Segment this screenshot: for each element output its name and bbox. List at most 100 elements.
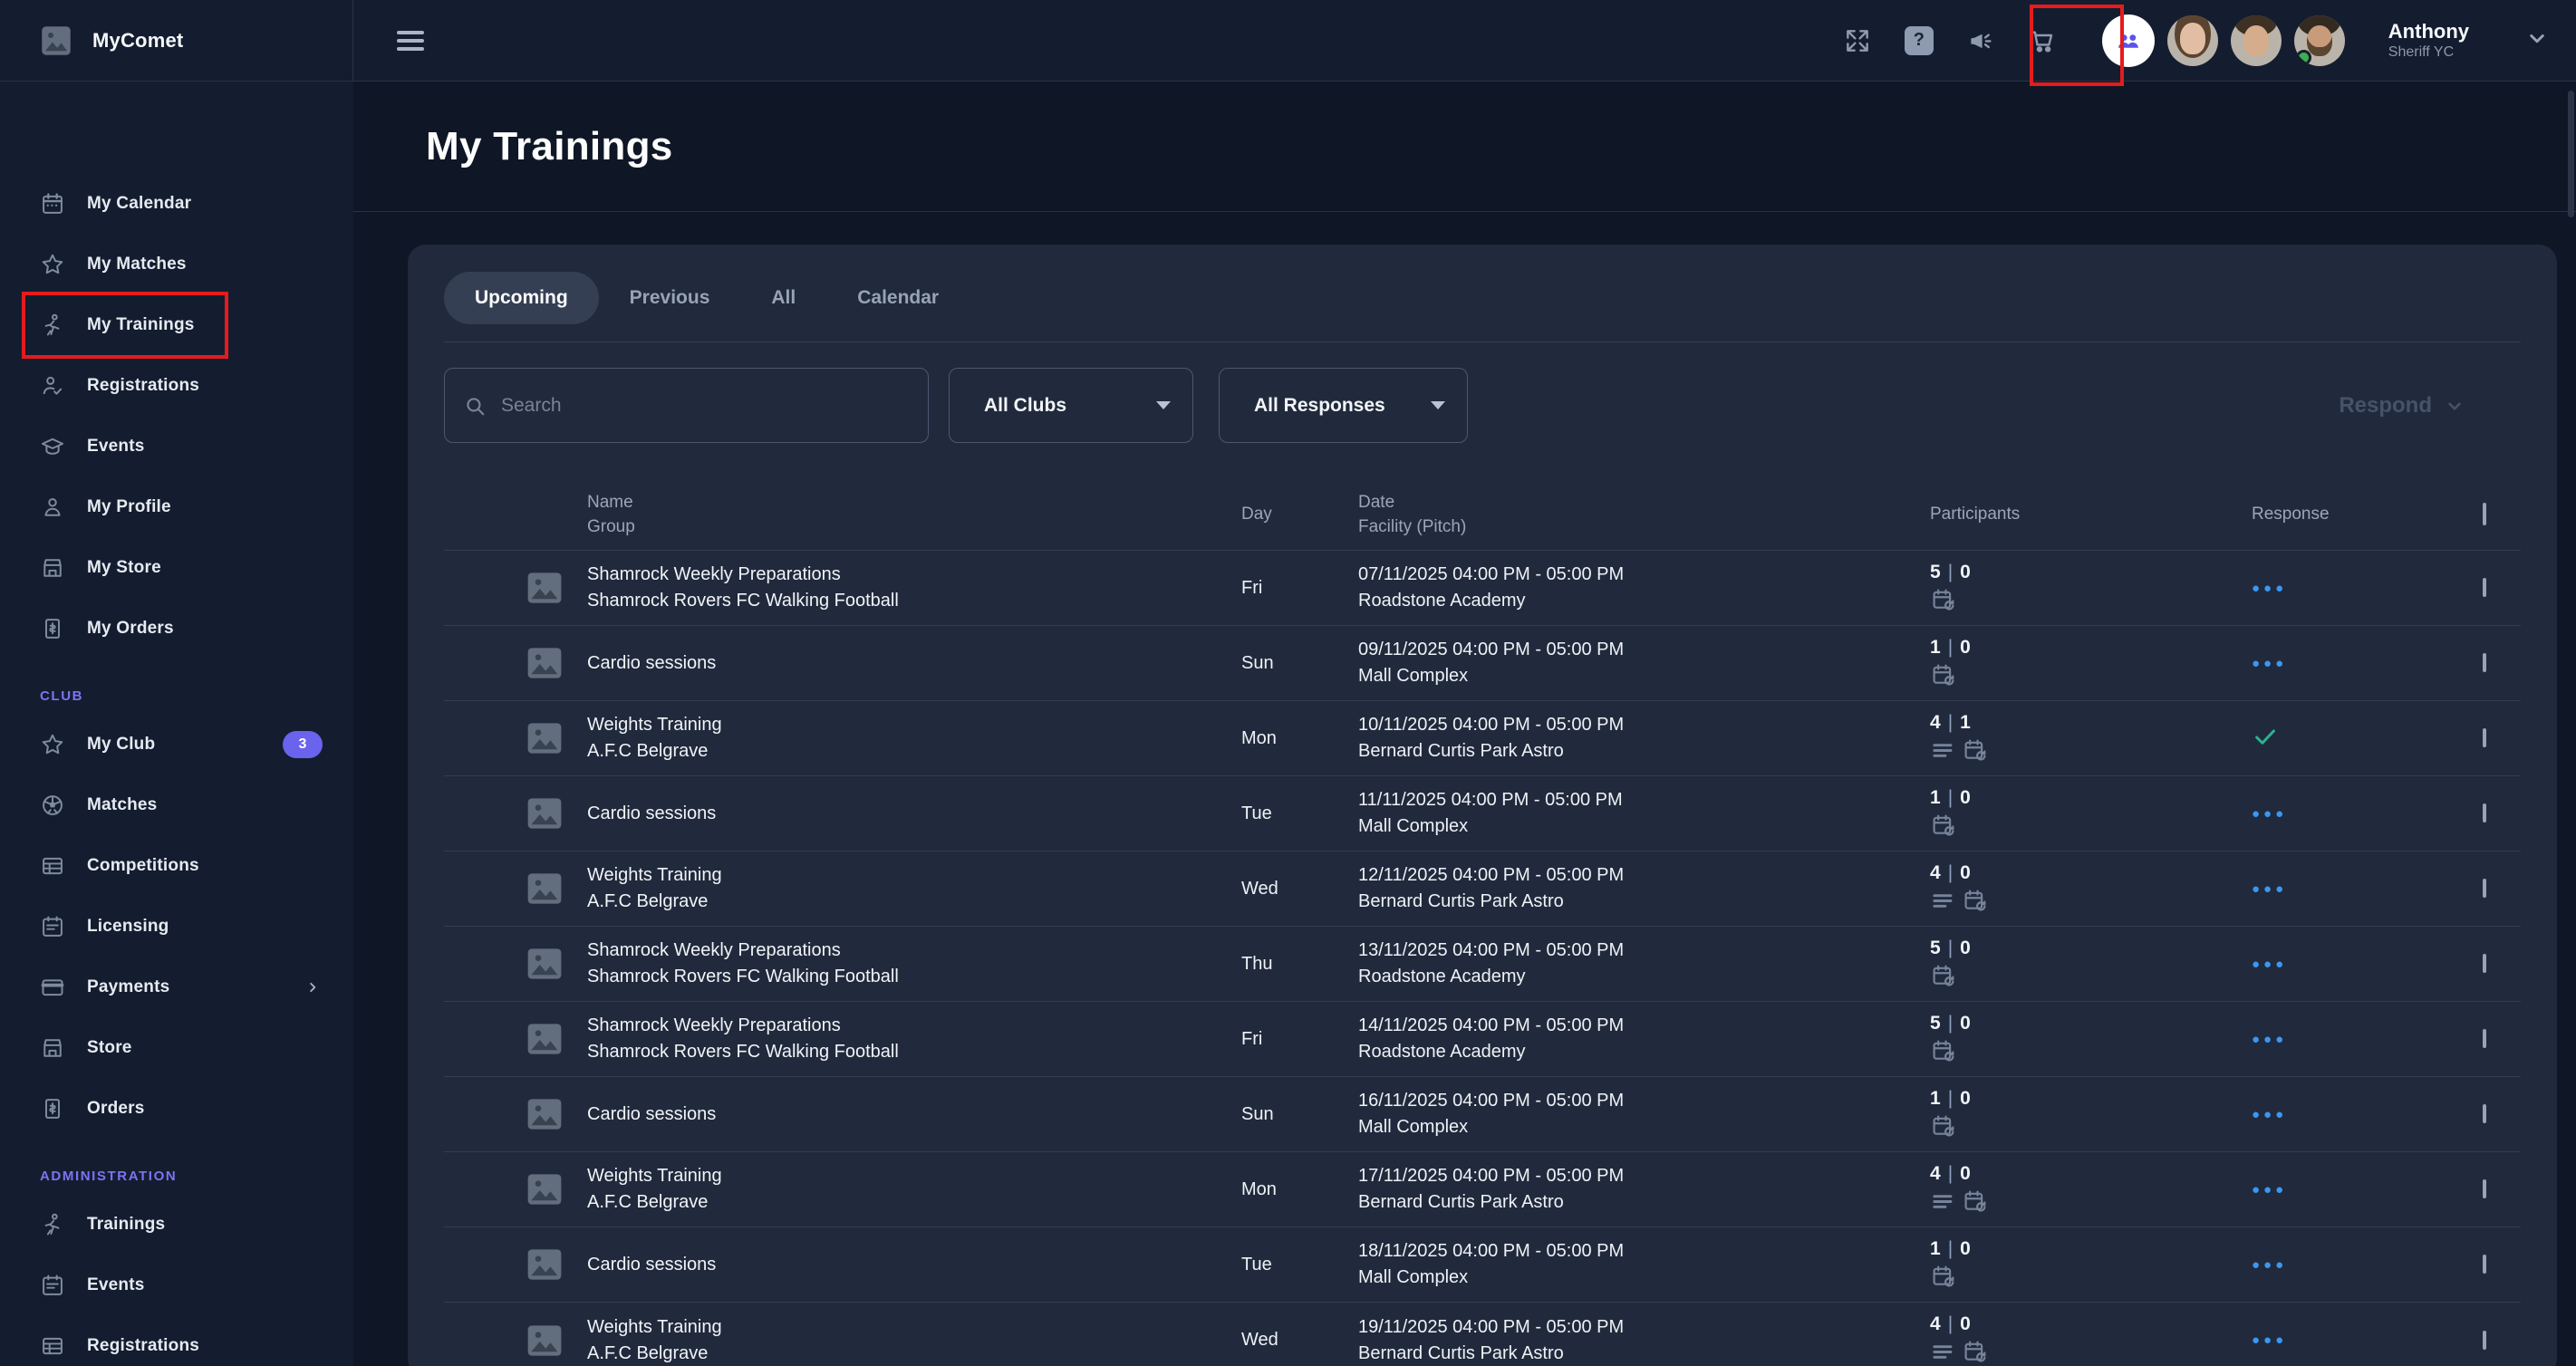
tab-all[interactable]: All	[740, 272, 826, 324]
sidebar-item-my-calendar[interactable]: My Calendar	[0, 173, 353, 234]
tab-calendar[interactable]: Calendar	[826, 272, 970, 324]
row-checkbox[interactable]	[2483, 954, 2486, 973]
sidebar-item-trainings[interactable]: Trainings	[0, 1194, 353, 1255]
sidebar-item-licensing[interactable]: Licensing	[0, 896, 353, 957]
response-menu-icon[interactable]: ●●●	[2252, 1257, 2287, 1273]
response-menu-icon[interactable]: ●●●	[2252, 1107, 2287, 1122]
sidebar-item-label: Licensing	[87, 917, 169, 937]
training-row[interactable]: Shamrock Weekly PreparationsShamrock Rov…	[444, 551, 2521, 626]
sidebar-item-my-store[interactable]: My Store	[0, 537, 353, 598]
response-menu-icon[interactable]: ●●●	[2252, 957, 2287, 972]
row-checkbox[interactable]	[2483, 1179, 2486, 1198]
response-menu-icon[interactable]: ●●●	[2252, 1032, 2287, 1047]
row-checkbox[interactable]	[2483, 728, 2486, 747]
calendar-sync-icon[interactable]	[1930, 1113, 1962, 1144]
tab-upcoming[interactable]: Upcoming	[444, 272, 599, 324]
announcements-icon[interactable]	[1963, 23, 1999, 59]
training-row[interactable]: Weights TrainingA.F.C BelgraveMon10/11/2…	[444, 701, 2521, 776]
teammate-avatar[interactable]	[2167, 15, 2218, 66]
team-selector-button[interactable]	[2102, 14, 2155, 67]
response-menu-icon[interactable]: ●●●	[2252, 581, 2287, 596]
sidebar-item-my-trainings[interactable]: My Trainings	[0, 294, 353, 355]
attendance-list-icon[interactable]	[1930, 888, 1962, 919]
training-row[interactable]: Shamrock Weekly PreparationsShamrock Rov…	[444, 927, 2521, 1002]
sidebar-item-orders[interactable]: Orders	[0, 1078, 353, 1139]
response-menu-icon[interactable]: ●●●	[2252, 881, 2287, 897]
training-row[interactable]: Cardio sessionsTue11/11/2025 04:00 PM - …	[444, 776, 2521, 851]
training-row[interactable]: Shamrock Weekly PreparationsShamrock Rov…	[444, 1002, 2521, 1077]
sidebar-item-events[interactable]: Events	[0, 1255, 353, 1315]
row-checkbox[interactable]	[2483, 1104, 2486, 1123]
sidebar-item-competitions[interactable]: Competitions	[0, 835, 353, 896]
row-checkbox[interactable]	[2483, 653, 2486, 672]
sidebar-item-my-profile[interactable]: My Profile	[0, 476, 353, 537]
club-filter-select[interactable]: All Clubs	[949, 368, 1193, 443]
calendar-sync-icon[interactable]	[1962, 737, 1993, 768]
training-row[interactable]: Cardio sessionsSun16/11/2025 04:00 PM - …	[444, 1077, 2521, 1152]
sidebar-item-my-matches[interactable]: My Matches	[0, 234, 353, 294]
response-menu-icon[interactable]: ●●●	[2252, 806, 2287, 822]
attendance-list-icon[interactable]	[1930, 1188, 1962, 1219]
row-checkbox[interactable]	[2483, 1331, 2486, 1350]
sidebar-item-registrations[interactable]: Registrations	[0, 1315, 353, 1366]
row-checkbox[interactable]	[2483, 879, 2486, 898]
calendar-sync-icon[interactable]	[1930, 813, 1962, 843]
user-menu[interactable]: Anthony Sheriff YC	[2388, 20, 2469, 62]
teammate-avatar[interactable]	[2231, 15, 2282, 66]
training-day: Mon	[1241, 726, 1358, 752]
training-group: Shamrock Rovers FC Walking Football	[587, 588, 1241, 614]
training-image-placeholder-icon	[524, 870, 587, 908]
response-menu-icon[interactable]: ●●●	[2252, 1332, 2287, 1348]
calendar-sync-icon[interactable]	[1930, 587, 1962, 618]
select-all-checkbox[interactable]	[2483, 503, 2486, 525]
sidebar-section-administration: ADMINISTRATION	[0, 1158, 353, 1194]
help-icon[interactable]: ?	[1901, 23, 1937, 59]
calendar-sync-icon[interactable]	[1930, 1264, 1962, 1294]
calendar-sync-icon[interactable]	[1962, 1188, 1993, 1219]
sidebar-item-events[interactable]: Events	[0, 416, 353, 476]
row-checkbox[interactable]	[2483, 1029, 2486, 1048]
declined-count: 0	[1960, 1313, 1971, 1334]
training-facility: Mall Complex	[1358, 663, 1930, 689]
response-filter-select[interactable]: All Responses	[1219, 368, 1468, 443]
sidebar-item-my-club[interactable]: My Club3	[0, 714, 353, 774]
cart-icon[interactable]	[2024, 23, 2060, 59]
row-checkbox[interactable]	[2483, 578, 2486, 597]
training-row[interactable]: Cardio sessionsTue18/11/2025 04:00 PM - …	[444, 1227, 2521, 1303]
chevron-down-icon[interactable]	[2523, 24, 2551, 56]
brand-area[interactable]: MyComet	[0, 0, 353, 81]
sidebar-item-matches[interactable]: Matches	[0, 774, 353, 835]
attendance-list-icon[interactable]	[1930, 1339, 1962, 1366]
sidebar-item-label: Competitions	[87, 856, 199, 876]
search-input-wrap[interactable]	[444, 368, 929, 443]
trainings-tabs: UpcomingPreviousAllCalendar	[444, 272, 2521, 324]
training-row[interactable]: Weights TrainingA.F.C BelgraveMon17/11/2…	[444, 1152, 2521, 1227]
respond-button-disabled[interactable]: Respond	[2339, 393, 2466, 418]
sidebar-item-payments[interactable]: Payments	[0, 957, 353, 1017]
calendar-sync-icon[interactable]	[1962, 888, 1993, 919]
training-row[interactable]: Weights TrainingA.F.C BelgraveWed12/11/2…	[444, 851, 2521, 927]
calendar-sync-icon[interactable]	[1930, 662, 1962, 693]
sidebar-item-registrations[interactable]: Registrations	[0, 355, 353, 416]
training-row[interactable]: Cardio sessionsSun09/11/2025 04:00 PM - …	[444, 626, 2521, 701]
training-row[interactable]: Weights TrainingA.F.C BelgraveWed19/11/2…	[444, 1303, 2521, 1366]
attendance-list-icon[interactable]	[1930, 737, 1962, 768]
row-checkbox[interactable]	[2483, 803, 2486, 822]
sidebar-item-store[interactable]: Store	[0, 1017, 353, 1078]
declined-count: 0	[1960, 637, 1971, 658]
scrollbar-thumb[interactable]	[2568, 91, 2574, 217]
calendar-sync-icon[interactable]	[1930, 1038, 1962, 1069]
menu-toggle-button[interactable]	[397, 31, 424, 51]
training-day: Sun	[1241, 1101, 1358, 1128]
response-menu-icon[interactable]: ●●●	[2252, 656, 2287, 671]
calendar-sync-icon[interactable]	[1962, 1339, 1993, 1366]
tab-previous[interactable]: Previous	[599, 272, 741, 324]
fullscreen-icon[interactable]	[1839, 23, 1876, 59]
accepted-check-icon	[2252, 723, 2279, 755]
search-input[interactable]	[501, 395, 910, 417]
current-user-avatar[interactable]	[2294, 15, 2345, 66]
sidebar-item-my-orders[interactable]: My Orders	[0, 598, 353, 659]
row-checkbox[interactable]	[2483, 1255, 2486, 1274]
calendar-sync-icon[interactable]	[1930, 963, 1962, 994]
response-menu-icon[interactable]: ●●●	[2252, 1182, 2287, 1198]
